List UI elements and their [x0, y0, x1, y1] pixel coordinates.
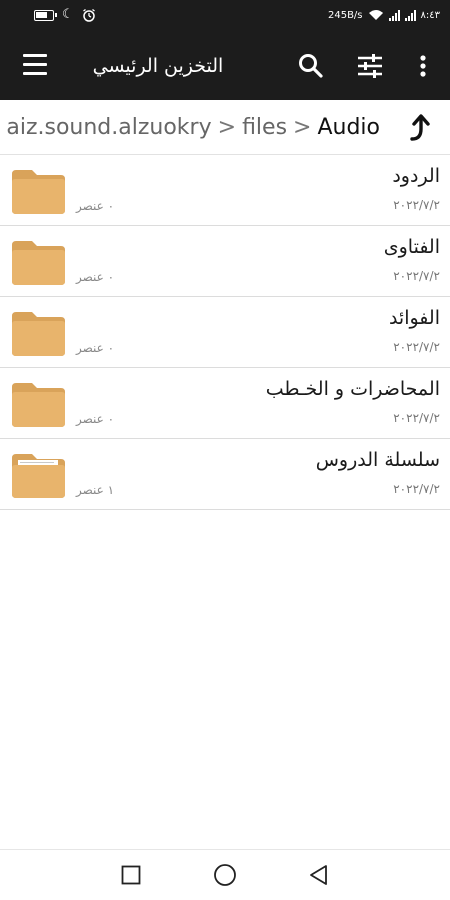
menu-icon[interactable] [22, 54, 50, 80]
signal-icon-1 [388, 9, 400, 21]
folder-icon [12, 170, 65, 214]
item-name: الفتاوى [383, 236, 440, 258]
item-count: ٠ عنصر [76, 341, 115, 355]
list-item[interactable]: الردود ٢٠٢٢/٧/٢ ٠ عنصر [0, 155, 450, 226]
breadcrumb-segment-audio[interactable]: Audio [317, 115, 380, 140]
home-circle-icon[interactable] [213, 863, 237, 887]
wifi-icon [368, 10, 383, 20]
item-date: ٢٠٢٢/٧/٢ [393, 198, 440, 212]
arrow-up-icon[interactable] [406, 113, 434, 143]
breadcrumb: aiz.sound.alzuokry > files > Audio [0, 100, 450, 155]
list-item[interactable]: سلسلة الدروس ٢٠٢٢/٧/٢ ١ عنصر [0, 439, 450, 510]
search-icon[interactable] [296, 51, 326, 81]
item-name: سلسلة الدروس [315, 449, 440, 471]
breadcrumb-segment-package[interactable]: aiz.sound.alzuokry [6, 115, 211, 140]
folder-icon [12, 312, 65, 356]
item-count: ٠ عنصر [76, 412, 115, 426]
battery-icon [34, 9, 57, 21]
folder-icon [12, 383, 65, 427]
network-speed: 245B/s [327, 9, 363, 21]
item-date: ٢٠٢٢/٧/٢ [393, 269, 440, 283]
clock: ٨:٤٣ [420, 9, 440, 21]
list-item[interactable]: الفتاوى ٢٠٢٢/٧/٢ ٠ عنصر [0, 226, 450, 297]
moon-icon: ☾ [62, 7, 74, 22]
breadcrumb-separator: > [217, 115, 237, 140]
item-name: المحاضرات و الخـطب [265, 378, 440, 400]
list-item[interactable]: الفوائد ٢٠٢٢/٧/٢ ٠ عنصر [0, 297, 450, 368]
file-list: الردود ٢٠٢٢/٧/٢ ٠ عنصر الفتاوى ٢٠٢٢/٧/٢ … [0, 155, 450, 510]
more-vert-icon[interactable] [408, 51, 438, 81]
item-name: الفوائد [388, 307, 440, 329]
item-date: ٢٠٢٢/٧/٢ [393, 482, 440, 496]
folder-with-files-icon [12, 454, 65, 498]
recents-square-icon[interactable] [119, 863, 143, 887]
page-title: التخزين الرئيسي [92, 55, 224, 77]
status-bar: ☾ 245B/s ٨:٤٣ [0, 0, 450, 34]
back-triangle-icon[interactable] [307, 863, 331, 887]
app-bar: التخزين الرئيسي [0, 34, 450, 100]
item-count: ٠ عنصر [76, 270, 115, 284]
breadcrumb-segment-files[interactable]: files [242, 115, 287, 140]
breadcrumb-separator: > [293, 115, 312, 140]
item-count: ٠ عنصر [76, 199, 115, 213]
item-count: ١ عنصر [76, 483, 115, 497]
status-icons-right: 245B/s ٨:٤٣ [328, 9, 440, 21]
alarm-icon [82, 8, 95, 22]
signal-icon-2 [404, 9, 416, 21]
sliders-icon[interactable] [355, 51, 385, 81]
status-icons-left: ☾ [34, 8, 96, 22]
list-item[interactable]: المحاضرات و الخـطب ٢٠٢٢/٧/٢ ٠ عنصر [0, 368, 450, 439]
folder-icon [12, 241, 65, 285]
item-name: الردود [392, 165, 440, 187]
item-date: ٢٠٢٢/٧/٢ [393, 411, 440, 425]
breadcrumb-path: aiz.sound.alzuokry > files > Audio [6, 113, 380, 143]
item-date: ٢٠٢٢/٧/٢ [393, 340, 440, 354]
system-nav-bar [0, 849, 450, 900]
